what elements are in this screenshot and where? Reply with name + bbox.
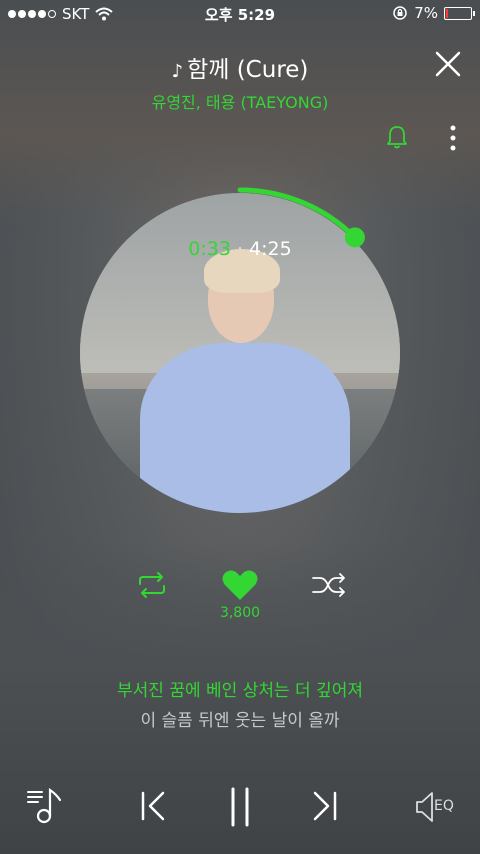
status-right: 7% bbox=[392, 4, 475, 22]
playlist-icon[interactable] bbox=[26, 786, 66, 826]
lyric-next[interactable]: 이 슬픔 뒤엔 웃는 날이 올까 bbox=[0, 706, 480, 731]
song-title: 함께 (Cure) bbox=[187, 57, 309, 83]
battery-percent: 7% bbox=[414, 4, 438, 22]
eq-label: EQ bbox=[434, 798, 454, 814]
song-title-row: ♪ 함께 (Cure) bbox=[0, 50, 480, 84]
speaker-icon bbox=[416, 792, 433, 822]
elapsed-time: 0:33 bbox=[188, 238, 231, 260]
duration-time: 4:25 bbox=[249, 238, 292, 260]
progress-arc bbox=[237, 187, 358, 240]
artist-name[interactable]: 유영진, 태용 (TAEYONG) bbox=[0, 89, 480, 113]
bell-icon[interactable] bbox=[386, 124, 408, 150]
music-note-icon: ♪ bbox=[171, 61, 184, 82]
heart-icon[interactable] bbox=[222, 569, 258, 601]
lyric-current[interactable]: 부서진 꿈에 베인 상처는 더 깊어져 bbox=[0, 676, 480, 701]
orientation-lock-icon bbox=[393, 6, 407, 20]
more-options-icon[interactable] bbox=[448, 124, 458, 152]
battery-icon bbox=[444, 6, 475, 20]
pause-icon[interactable] bbox=[226, 786, 254, 828]
like-count: 3,800 bbox=[219, 605, 261, 621]
progress-ring[interactable] bbox=[60, 173, 420, 533]
close-icon[interactable] bbox=[434, 50, 462, 78]
next-track-icon[interactable] bbox=[310, 790, 340, 822]
status-bar: SKT 오후 5:29 7% bbox=[0, 0, 480, 28]
time-separator: · bbox=[236, 238, 244, 260]
previous-track-icon[interactable] bbox=[138, 790, 168, 822]
repeat-icon[interactable] bbox=[136, 572, 168, 598]
time-display: 0:33 · 4:25 bbox=[0, 238, 480, 260]
shuffle-icon[interactable] bbox=[312, 572, 346, 598]
equalizer-button[interactable]: EQ bbox=[414, 790, 460, 824]
